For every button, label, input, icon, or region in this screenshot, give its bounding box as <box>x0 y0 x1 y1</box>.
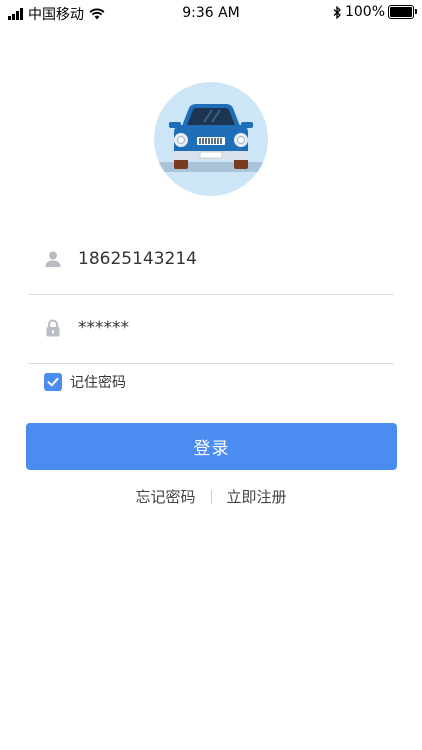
user-icon <box>45 251 61 267</box>
link-divider <box>210 489 212 504</box>
forgot-password-link[interactable]: 忘记密码 <box>135 486 195 507</box>
register-link[interactable]: 立即注册 <box>227 486 287 507</box>
battery-percent: 100% <box>344 4 385 20</box>
status-bar: 中国移动 9:36 AM 100% <box>0 0 422 26</box>
car-logo-icon <box>154 104 268 172</box>
password-input[interactable] <box>78 313 378 343</box>
phone-input[interactable] <box>78 244 378 274</box>
password-field <box>28 295 394 364</box>
remember-label: 记住密码 <box>70 375 126 391</box>
phone-field <box>28 226 394 295</box>
status-right: 100% <box>333 4 417 20</box>
lock-icon <box>46 319 60 337</box>
auth-links: 忘记密码 立即注册 <box>0 486 422 507</box>
remember-checkbox[interactable] <box>44 373 62 391</box>
login-button[interactable]: 登录 <box>26 423 397 470</box>
app-logo <box>154 82 268 196</box>
remember-password[interactable]: 记住密码 <box>44 372 126 392</box>
battery-icon <box>388 5 417 19</box>
check-icon <box>47 377 59 387</box>
bluetooth-icon <box>333 5 341 19</box>
